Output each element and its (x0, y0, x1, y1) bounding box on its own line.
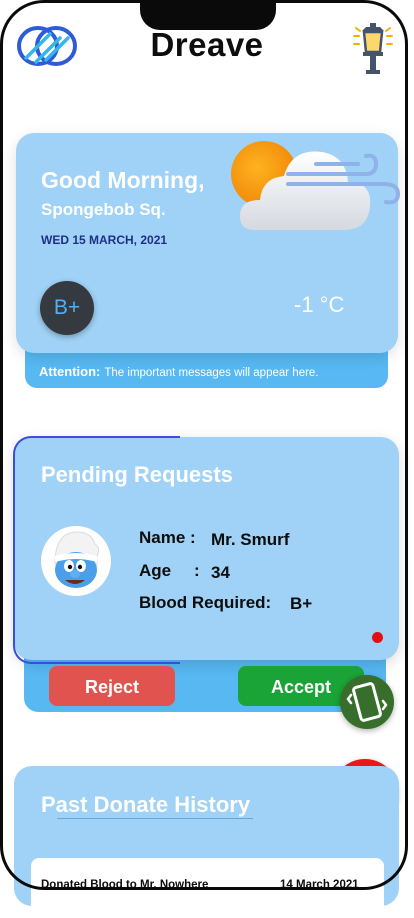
age-label: Age (139, 561, 172, 580)
requester-avatar (41, 526, 111, 596)
requester-age: 34 (211, 563, 230, 582)
notification-dot (372, 632, 383, 643)
vibrate-button[interactable] (340, 675, 394, 729)
smurf-avatar-icon (54, 531, 100, 588)
requester-name: Mr. Smurf (211, 530, 290, 549)
pending-requests-title: Pending Requests (41, 462, 233, 487)
user-name: Spongebob Sq. (41, 200, 166, 219)
attention-text: The important messages will appear here. (104, 367, 319, 379)
current-date: WED 15 MARCH, 2021 (41, 233, 168, 247)
name-label: Name : (139, 528, 196, 547)
phone-notch (140, 0, 276, 30)
vibrate-phone-icon (346, 682, 388, 722)
street-lamp-icon[interactable] (350, 22, 396, 76)
history-title-underline (57, 818, 253, 819)
blood-required-label: Blood Required: (139, 593, 272, 612)
reject-button[interactable]: Reject (49, 666, 175, 706)
donate-history-title: Past Donate History (41, 792, 251, 817)
age-colon: : (194, 561, 200, 580)
greeting-title: Good Morning, (41, 167, 205, 193)
attention-label: Attention: (39, 364, 101, 379)
temperature-readout: -1 °C (294, 292, 345, 317)
blood-group-badge: B+ (40, 281, 94, 335)
history-item-text: Donated Blood to Mr. Nowhere (41, 879, 209, 891)
history-item-date: 14 March 2021 (280, 879, 359, 891)
sun-cloud-wind-icon (231, 141, 401, 230)
blood-required-value: B+ (290, 594, 313, 613)
attention-message: Attention: The important messages will ap… (39, 364, 319, 379)
